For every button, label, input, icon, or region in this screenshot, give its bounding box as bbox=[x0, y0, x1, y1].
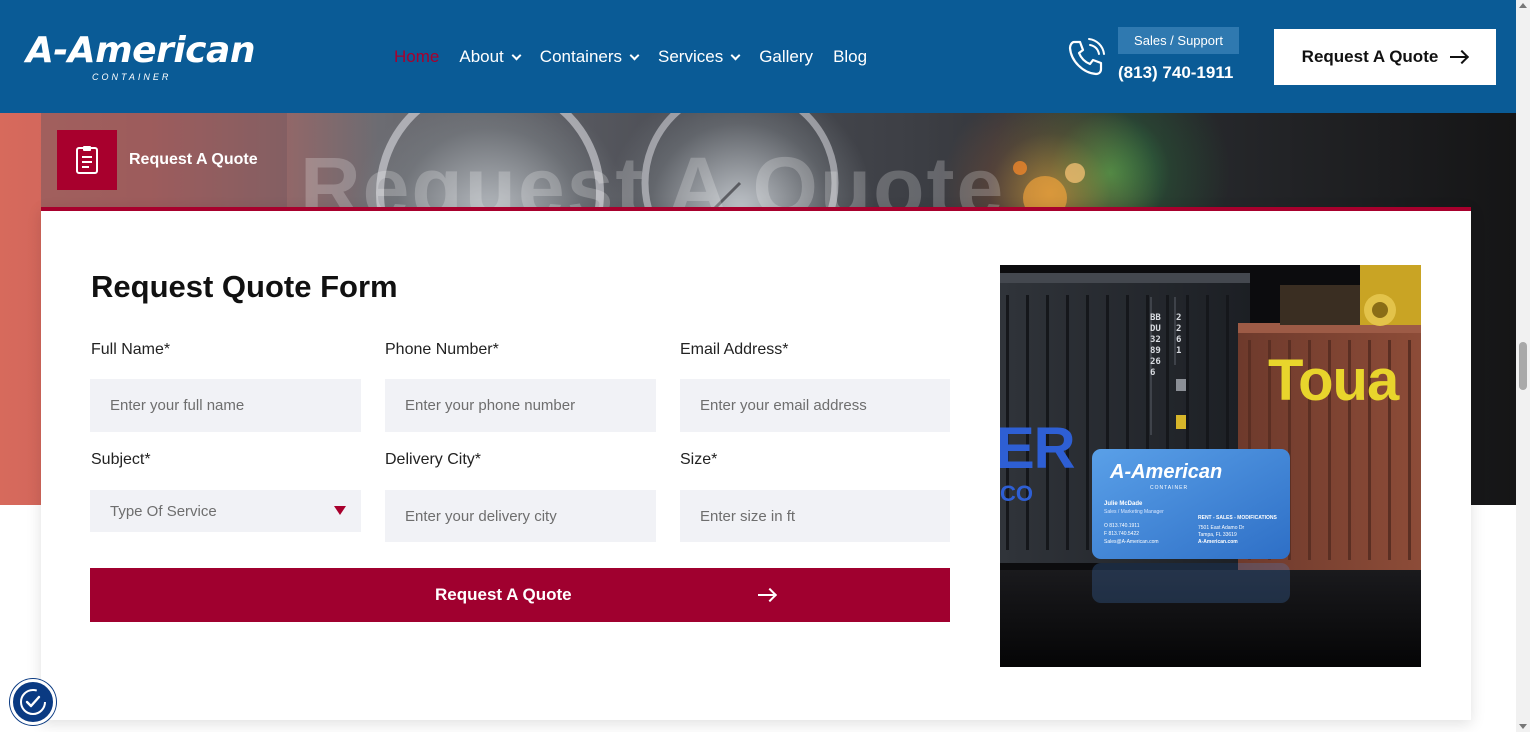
container-brand-sub: CO bbox=[1000, 481, 1033, 506]
nav-label: Home bbox=[394, 47, 440, 66]
submit-request-quote-button[interactable]: Request A Quote bbox=[90, 568, 950, 622]
card-email: Sales@A-American.com bbox=[1104, 539, 1159, 545]
card-name: Julie McDade bbox=[1104, 501, 1143, 507]
nav-item-services[interactable]: Services bbox=[658, 47, 741, 67]
nav-item-about[interactable]: About bbox=[459, 47, 522, 67]
size-label: Size* bbox=[680, 451, 718, 468]
email-input[interactable] bbox=[680, 379, 950, 432]
business-card-photo: BBDU 328926 6 2261 ER CO Toua A-American… bbox=[1000, 265, 1421, 667]
subject-selected-value: Type Of Service bbox=[110, 502, 217, 520]
main-nav: Home About Containers Services Gallery B… bbox=[394, 45, 887, 69]
form-title: Request Quote Form bbox=[91, 269, 398, 304]
accessibility-icon bbox=[20, 689, 46, 715]
chevron-down-icon bbox=[629, 50, 640, 60]
card-logo-sub: CONTAINER bbox=[1150, 485, 1189, 491]
nav-label: Blog bbox=[833, 47, 868, 66]
nav-item-gallery[interactable]: Gallery bbox=[759, 47, 813, 67]
subject-label: Subject* bbox=[91, 451, 151, 468]
container-code-vertical: BBDU 328926 6 bbox=[1150, 313, 1161, 378]
card-phone-o: O 813.740.1911 bbox=[1104, 523, 1140, 529]
breadcrumb: Request A Quote bbox=[41, 113, 287, 207]
nav-item-containers[interactable]: Containers bbox=[539, 47, 640, 67]
delivery-city-input[interactable] bbox=[385, 490, 656, 542]
phone-icon[interactable] bbox=[1064, 36, 1108, 80]
caret-down-icon bbox=[334, 506, 346, 515]
scroll-down-arrow-icon[interactable] bbox=[1519, 724, 1527, 729]
card-logo: A-American bbox=[1110, 461, 1223, 483]
chevron-down-icon bbox=[511, 50, 522, 60]
card-role: Sales / Marketing Manager bbox=[1104, 509, 1164, 515]
arrow-right-icon bbox=[758, 589, 776, 601]
scrollbar-thumb[interactable] bbox=[1519, 342, 1527, 390]
document-icon bbox=[57, 130, 117, 190]
email-label: Email Address* bbox=[680, 341, 789, 358]
accessibility-button[interactable] bbox=[10, 679, 56, 725]
quote-form-card: Request Quote Form Full Name* Phone Numb… bbox=[41, 207, 1471, 720]
full-name-input[interactable] bbox=[90, 379, 361, 432]
phone-number-link[interactable]: (813) 740-1911 bbox=[1118, 63, 1233, 83]
delivery-city-label: Delivery City* bbox=[385, 451, 482, 468]
size-input[interactable] bbox=[680, 490, 950, 542]
logo-wordmark: A-American bbox=[26, 30, 255, 71]
container-brand-right: Toua bbox=[1268, 348, 1399, 413]
button-label: Request A Quote bbox=[435, 585, 572, 604]
container-brand-text: ER bbox=[1000, 416, 1076, 481]
chevron-down-icon bbox=[730, 50, 741, 60]
breadcrumb-current: Request A Quote bbox=[129, 151, 258, 168]
card-services: RENT - SALES - MODIFICATIONS bbox=[1198, 515, 1277, 521]
nav-label: Services bbox=[658, 47, 724, 66]
subject-select[interactable]: Type Of Service bbox=[90, 490, 361, 532]
nav-label: Containers bbox=[539, 47, 623, 66]
button-label: Request A Quote bbox=[1301, 47, 1439, 66]
nav-item-blog[interactable]: Blog bbox=[833, 47, 867, 67]
card-address-1: 7501 East Adamo Dr bbox=[1198, 525, 1245, 531]
nav-item-home[interactable]: Home bbox=[394, 47, 439, 67]
arrow-right-icon bbox=[1450, 51, 1468, 63]
card-site: A-American.com bbox=[1198, 539, 1238, 545]
container-code-vertical-2: 2261 bbox=[1176, 313, 1182, 356]
phone-label: Phone Number* bbox=[385, 341, 499, 358]
sales-support-badge: Sales / Support bbox=[1118, 27, 1239, 54]
header-request-quote-button[interactable]: Request A Quote bbox=[1274, 29, 1496, 85]
site-header: A-American CONTAINER Home About Containe… bbox=[0, 0, 1516, 113]
page-scrollbar[interactable] bbox=[1516, 0, 1530, 732]
page: A-American CONTAINER Home About Containe… bbox=[0, 0, 1530, 732]
phone-input[interactable] bbox=[385, 379, 656, 432]
nav-label: About bbox=[459, 47, 504, 66]
nav-label: Gallery bbox=[759, 47, 814, 66]
card-address-2: Tampa, FL 33619 bbox=[1198, 532, 1237, 538]
scroll-up-arrow-icon[interactable] bbox=[1519, 3, 1527, 8]
site-logo[interactable]: A-American CONTAINER bbox=[26, 30, 255, 88]
full-name-label: Full Name* bbox=[91, 341, 171, 358]
logo-subtitle: CONTAINER bbox=[92, 72, 172, 82]
card-phone-f: F 813.740.5422 bbox=[1104, 531, 1140, 537]
